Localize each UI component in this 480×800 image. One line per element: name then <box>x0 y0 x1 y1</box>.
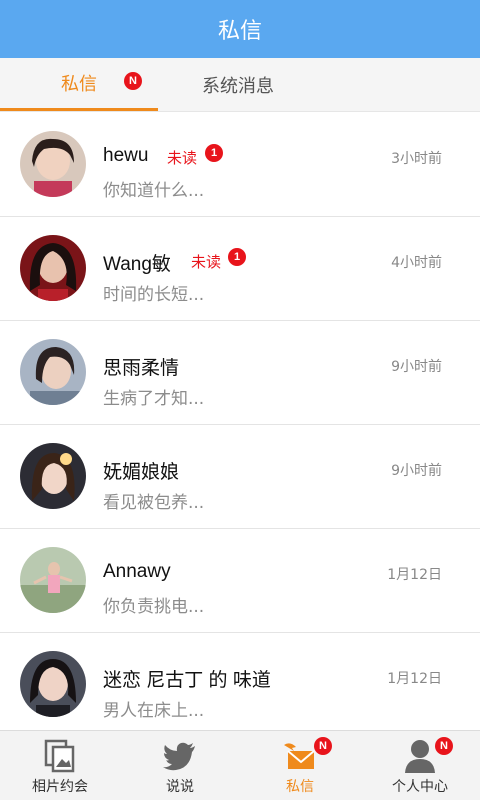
avatar <box>20 651 86 717</box>
message-time: 3小时前 <box>391 151 442 167</box>
message-time: 4小时前 <box>391 255 442 271</box>
message-time: 9小时前 <box>391 463 442 479</box>
message-preview: 时间的长短... <box>103 285 205 305</box>
message-time: 1月12日 <box>387 567 442 583</box>
mail-icon <box>284 743 315 769</box>
sender-name: Annawy <box>103 561 171 582</box>
list-item[interactable]: Annawy 1月12日 你负责挑电... <box>0 529 480 633</box>
message-preview: 男人在床上... <box>103 701 205 721</box>
unread-count-badge: 1 <box>228 248 246 266</box>
nav-label: 私信 <box>286 779 314 795</box>
new-badge: N <box>124 72 142 90</box>
tab-bar: 私信 N 系统消息 <box>0 58 480 112</box>
nav-label: 相片约会 <box>32 779 88 795</box>
avatar <box>20 131 86 197</box>
message-list: hewu 未读 1 3小时前 你知道什么... Wang敏 未读 1 4小时前 … <box>0 113 480 737</box>
nav-photo-dating[interactable]: 相片约会 <box>0 731 120 800</box>
sender-name: 迷恋 尼古丁 的 味道 <box>103 670 271 691</box>
nav-private-messages[interactable]: 私信 N <box>240 731 360 800</box>
message-preview: 你负责挑电... <box>103 597 205 617</box>
list-item[interactable]: 思雨柔情 9小时前 生病了才知... <box>0 321 480 425</box>
unread-label: 未读 <box>167 149 198 167</box>
person-icon <box>405 740 435 773</box>
list-item[interactable]: 迷恋 尼古丁 的 味道 1月12日 男人在床上... <box>0 633 480 737</box>
new-badge: N <box>314 737 332 755</box>
message-preview: 生病了才知... <box>103 389 205 409</box>
sender-name: Wang敏 <box>103 254 171 275</box>
list-item[interactable]: hewu 未读 1 3小时前 你知道什么... <box>0 113 480 217</box>
tab-label: 私信 <box>61 74 97 95</box>
avatar <box>20 235 86 301</box>
avatar <box>20 443 86 509</box>
nav-label: 个人中心 <box>392 779 448 795</box>
tab-system-messages[interactable]: 系统消息 <box>158 58 318 111</box>
message-preview: 看见被包养... <box>103 493 205 513</box>
new-badge: N <box>435 737 453 755</box>
nav-profile[interactable]: 个人中心 N <box>360 731 480 800</box>
message-time: 9小时前 <box>391 359 442 375</box>
sender-name: 思雨柔情 <box>103 358 180 379</box>
sender-name: hewu <box>103 145 149 166</box>
message-time: 1月12日 <box>387 671 442 687</box>
photos-icon <box>44 739 75 773</box>
avatar <box>20 547 86 613</box>
unread-label: 未读 <box>191 253 222 271</box>
sender-name: 妩媚娘娘 <box>103 462 180 483</box>
page-title: 私信 <box>217 19 262 44</box>
list-item[interactable]: 妩媚娘娘 9小时前 看见被包养... <box>0 425 480 529</box>
nav-posts[interactable]: 说说 <box>120 731 240 800</box>
tab-private-messages[interactable]: 私信 N <box>0 58 158 111</box>
app-header: 私信 <box>0 0 480 58</box>
nav-label: 说说 <box>166 779 194 795</box>
bird-icon <box>163 742 195 771</box>
list-item[interactable]: Wang敏 未读 1 4小时前 时间的长短... <box>0 217 480 321</box>
tab-label: 系统消息 <box>202 75 274 97</box>
avatar <box>20 339 86 405</box>
message-preview: 你知道什么... <box>103 181 205 201</box>
bottom-nav: 相片约会 说说 私信 N 个人中心 N <box>0 730 480 800</box>
unread-count-badge: 1 <box>205 144 223 162</box>
